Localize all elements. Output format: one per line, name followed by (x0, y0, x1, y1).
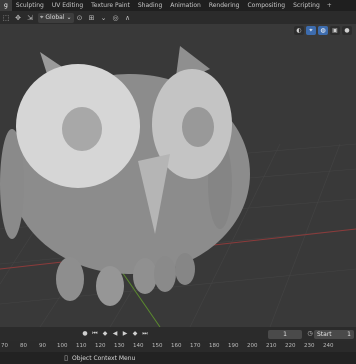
ruler-tick: 220 (285, 343, 296, 349)
tab-texture-paint[interactable]: Texture Paint (87, 0, 134, 11)
frame-ruler[interactable]: 70 80 90 100 110 120 130 140 150 160 170… (0, 341, 356, 352)
owl-foot-4 (154, 256, 176, 292)
pivot-icon[interactable]: ⊙ (76, 14, 84, 22)
3d-viewport[interactable]: ◐ ⌖ ◍ ▣ ● (0, 24, 356, 327)
xray-icon[interactable]: ▣ (330, 26, 340, 35)
record-icon[interactable]: ● (81, 330, 89, 338)
mouse-icon: ▯ (64, 354, 68, 362)
blender-window: g Sculpting UV Editing Texture Paint Sha… (0, 0, 356, 364)
viewport-scene (0, 46, 356, 327)
proportional-edit-icon[interactable]: ◎ (112, 14, 120, 22)
ruler-tick: 240 (323, 343, 334, 349)
ruler-tick: 160 (171, 343, 182, 349)
start-value: 1 (347, 331, 351, 338)
visibility-icon[interactable]: ◐ (294, 26, 304, 35)
workspace-tabs: g Sculpting UV Editing Texture Paint Sha… (0, 0, 356, 11)
gizmo-toggle-icon[interactable]: ⌖ (306, 26, 316, 35)
viewport-overlay-buttons: ◐ ⌖ ◍ ▣ ● (294, 26, 352, 35)
ruler-tick: 230 (304, 343, 315, 349)
move-icon[interactable]: ✥ (14, 14, 22, 22)
snap-settings-icon[interactable]: ⌄ (100, 14, 108, 22)
ruler-tick: 120 (95, 343, 106, 349)
cursor-icon[interactable]: ⬚ (2, 14, 10, 22)
owl-pupil-right (182, 107, 214, 147)
tab-animation[interactable]: Animation (166, 0, 205, 11)
owl-foot-2 (96, 266, 124, 306)
orientation-icon: ⌖ (40, 13, 44, 21)
owl-foot-1 (56, 257, 84, 301)
context-menu-hint: Object Context Menu (72, 354, 136, 362)
play-icon[interactable]: ▶ (121, 330, 129, 338)
ruler-tick: 140 (133, 343, 144, 349)
ruler-tick: 80 (20, 343, 27, 349)
transform-orientation-dropdown[interactable]: ⌖ Global ⌄ (38, 12, 74, 23)
playback-controls: ● ⏮ ◆ ◀ ▶ ◆ ⏭ 1 ◷ Start 1 (0, 327, 356, 341)
keyframe-prev-icon[interactable]: ◆ (101, 330, 109, 338)
tab-layout[interactable]: g (0, 0, 12, 11)
tab-compositing[interactable]: Compositing (243, 0, 289, 11)
jump-start-icon[interactable]: ⏮ (91, 330, 99, 338)
ruler-tick: 130 (114, 343, 125, 349)
chevron-down-icon: ⌄ (66, 14, 72, 21)
tab-shading[interactable]: Shading (134, 0, 166, 11)
tab-sculpting[interactable]: Sculpting (12, 0, 48, 11)
clock-icon[interactable]: ◷ (306, 330, 314, 338)
ruler-tick: 180 (209, 343, 220, 349)
viewport-header: ⬚ ✥ ⇲ ⌖ Global ⌄ ⊙ ⊞ ⌄ ◎ ∧ (0, 11, 356, 24)
tab-scripting[interactable]: Scripting (289, 0, 324, 11)
shading-solid-icon[interactable]: ● (342, 26, 352, 35)
owl-pupil-left (62, 107, 102, 151)
ruler-tick: 70 (1, 343, 8, 349)
status-bar: ▯ Object Context Menu (0, 352, 356, 364)
add-workspace-button[interactable]: + (324, 2, 335, 9)
ruler-tick: 110 (76, 343, 87, 349)
overlay-toggle-icon[interactable]: ◍ (318, 26, 328, 35)
owl-foot-5 (175, 253, 195, 285)
transform-orientation-label: Global (45, 14, 65, 21)
start-frame-field[interactable]: Start 1 (314, 330, 354, 339)
owl-foot-3 (133, 258, 157, 294)
ruler-tick: 210 (266, 343, 277, 349)
falloff-icon[interactable]: ∧ (124, 14, 132, 22)
ruler-tick: 90 (39, 343, 46, 349)
start-label: Start (317, 331, 332, 338)
transform-icon[interactable]: ⇲ (26, 14, 34, 22)
tab-uv-editing[interactable]: UV Editing (48, 0, 87, 11)
ruler-tick: 200 (247, 343, 258, 349)
ruler-tick: 190 (228, 343, 239, 349)
snap-icon[interactable]: ⊞ (88, 14, 96, 22)
keyframe-next-icon[interactable]: ◆ (131, 330, 139, 338)
jump-end-icon[interactable]: ⏭ (141, 330, 149, 338)
ruler-tick: 170 (190, 343, 201, 349)
owl-model[interactable] (0, 46, 250, 306)
ruler-tick: 150 (152, 343, 163, 349)
tab-rendering[interactable]: Rendering (205, 0, 244, 11)
current-frame-field[interactable]: 1 (268, 330, 302, 339)
ruler-tick: 100 (57, 343, 68, 349)
play-reverse-icon[interactable]: ◀ (111, 330, 119, 338)
transport-buttons: ● ⏮ ◆ ◀ ▶ ◆ ⏭ (80, 330, 150, 338)
